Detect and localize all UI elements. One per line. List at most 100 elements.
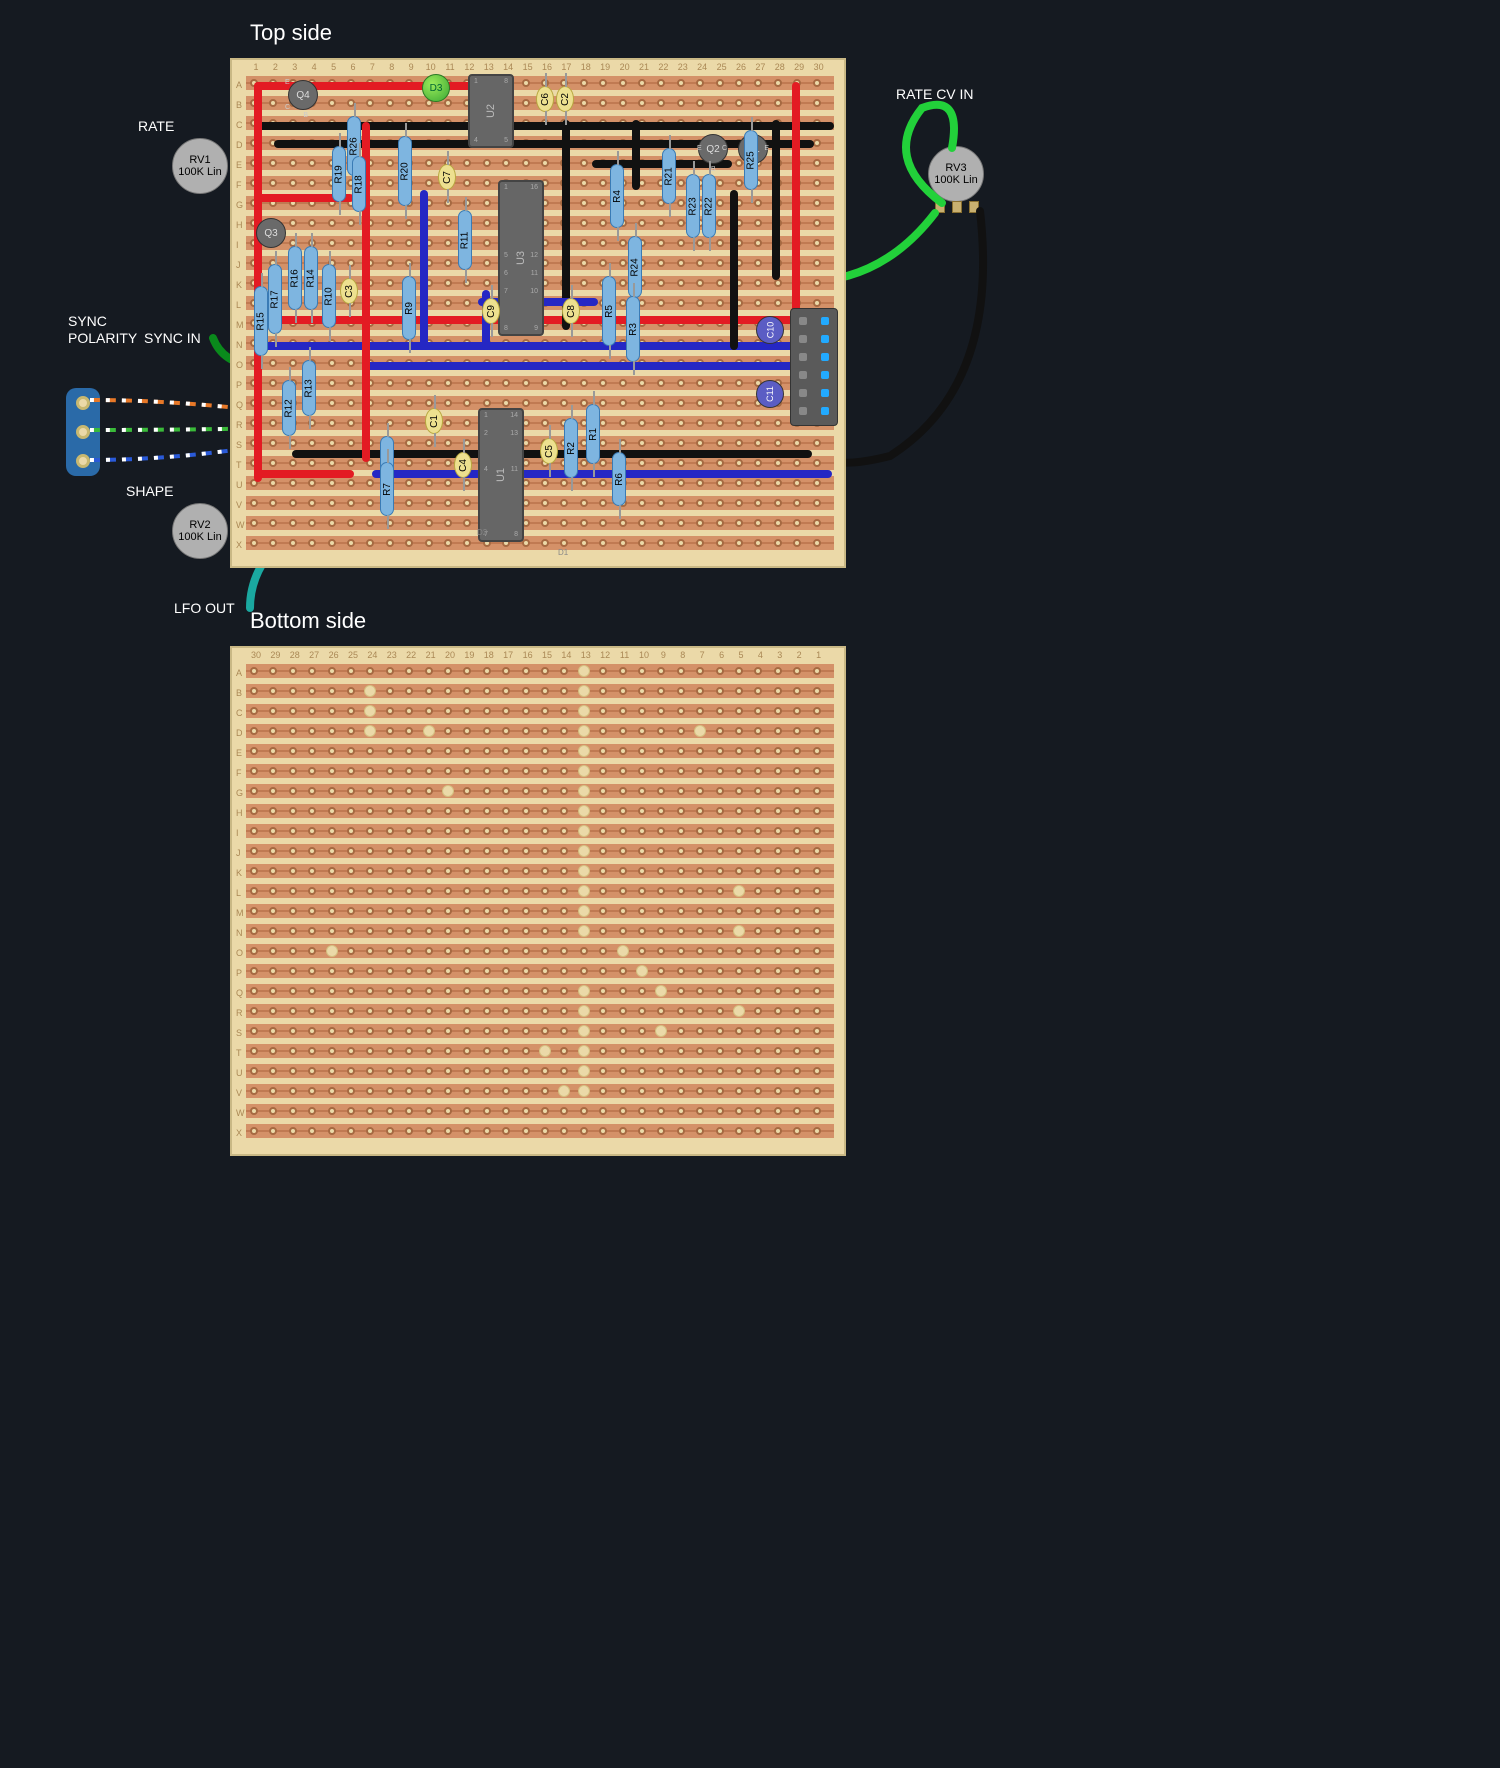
- track-cut: [326, 945, 338, 957]
- resistor-r17: R17: [268, 264, 282, 334]
- cap-c9: C9: [482, 298, 500, 324]
- resistor-r11: R11: [458, 210, 472, 270]
- resistor-r2: R2: [564, 418, 578, 478]
- track-cut: [539, 1045, 551, 1057]
- resistor-r10: R10: [322, 264, 336, 328]
- resistor-r20: R20: [398, 136, 412, 206]
- track-cut: [578, 1065, 590, 1077]
- track-cut: [578, 765, 590, 777]
- track-cut: [636, 965, 648, 977]
- wire-blue: [362, 362, 812, 370]
- wire-black: [730, 190, 738, 350]
- label-sync-pol: SYNC POLARITY: [68, 313, 137, 347]
- track-cut: [578, 865, 590, 877]
- label-shape: SHAPE: [126, 483, 173, 499]
- track-cut: [733, 925, 745, 937]
- top-title: Top side: [250, 20, 1470, 46]
- track-cut: [578, 1025, 590, 1037]
- track-cut: [423, 725, 435, 737]
- track-cut: [578, 805, 590, 817]
- resistor-r24: R24: [628, 236, 642, 298]
- track-cut: [578, 745, 590, 757]
- label-sync-in: SYNC IN: [144, 330, 201, 346]
- wire-red: [792, 82, 800, 322]
- cap-c3: C3: [340, 278, 358, 304]
- resistor-r5: R5: [602, 276, 616, 346]
- top-board-area: RATE RV1100K Lin SHAPE RV2100K Lin RATE …: [30, 58, 1470, 568]
- resistor-r25: R25: [744, 130, 758, 190]
- cap-c8: C8: [562, 298, 580, 324]
- track-cut: [578, 785, 590, 797]
- track-cut: [442, 785, 454, 797]
- diode-d1: D1: [558, 548, 568, 557]
- cap-c4: C4: [454, 452, 472, 478]
- wire-black: [772, 120, 780, 280]
- board-bottom: 3029282726252423222120191817161514131211…: [230, 646, 846, 1156]
- ecap-c10: C10: [756, 316, 784, 344]
- power-connector[interactable]: [790, 308, 838, 426]
- resistor-r14: R14: [304, 246, 318, 310]
- pot-rv1[interactable]: RV1100K Lin: [172, 138, 228, 194]
- cap-c7: C7: [438, 164, 456, 190]
- cap-c1: C1: [425, 408, 443, 434]
- resistor-r3: R3: [626, 296, 640, 362]
- bottom-title: Bottom side: [250, 608, 1470, 634]
- jumper-rv3-black: [830, 206, 990, 476]
- track-cut: [578, 685, 590, 697]
- resistor-r6: R6: [612, 452, 626, 506]
- resistor-r9: R9: [402, 276, 416, 340]
- resistor-r22: R22: [702, 174, 716, 238]
- resistor-r23: R23: [686, 174, 700, 238]
- ic-u3: U3 116 89 512 611 710: [498, 180, 544, 336]
- resistor-r16: R16: [288, 246, 302, 310]
- track-cut: [733, 885, 745, 897]
- track-cut: [578, 885, 590, 897]
- diode-d2: D2: [477, 528, 487, 537]
- track-cut: [578, 1005, 590, 1017]
- resistor-r15: R15: [254, 286, 268, 356]
- label-rate-cv-in: RATE CV IN: [896, 86, 974, 102]
- cap-c6: C6: [536, 86, 554, 112]
- resistor-r21: R21: [662, 148, 676, 204]
- resistor-r4: R4: [610, 164, 624, 228]
- led-d3: D3: [422, 74, 450, 102]
- switch-sync-polarity[interactable]: [66, 388, 100, 476]
- track-cut: [578, 985, 590, 997]
- label-lfo-out: LFO OUT: [174, 600, 235, 616]
- wire-blue: [372, 470, 832, 478]
- resistor-r13: R13: [302, 360, 316, 416]
- wire-red: [254, 316, 834, 324]
- transistor-q4: Q4ECB: [288, 80, 318, 110]
- ic-u1: U1 114 213 411 78: [478, 408, 524, 542]
- track-cut: [578, 665, 590, 677]
- resistor-r18: R18: [352, 156, 366, 212]
- resistor-r1: R1: [586, 404, 600, 464]
- wire-blue: [254, 342, 834, 350]
- transistor-q3: Q3: [256, 218, 286, 248]
- track-cut: [578, 705, 590, 717]
- resistor-r12: R12: [282, 380, 296, 436]
- track-cut: [578, 845, 590, 857]
- track-cut: [578, 1085, 590, 1097]
- resistor-r19: R19: [332, 146, 346, 202]
- wire-blue: [420, 190, 428, 350]
- wire-red: [254, 470, 354, 478]
- track-cut: [578, 825, 590, 837]
- bottom-board-area: 3029282726252423222120191817161514131211…: [30, 646, 1470, 1156]
- board-top: /* placeholder for structure */ 12345678…: [230, 58, 846, 568]
- pot-rv2[interactable]: RV2100K Lin: [172, 503, 228, 559]
- wire-black: [254, 122, 834, 130]
- cap-c2: C2: [556, 86, 574, 112]
- wire-black: [632, 120, 640, 190]
- track-cut: [617, 945, 629, 957]
- ecap-c11: C11: [756, 380, 784, 408]
- track-cut: [733, 1005, 745, 1017]
- transistor-q2: Q2ECB: [698, 134, 728, 164]
- label-rate: RATE: [138, 118, 174, 134]
- track-cut: [578, 725, 590, 737]
- pot-rv3[interactable]: RV3100K Lin: [928, 146, 984, 202]
- cap-c5: C5: [540, 438, 558, 464]
- track-cut: [578, 925, 590, 937]
- track-cut: [578, 905, 590, 917]
- resistor-r7: R7: [380, 462, 394, 516]
